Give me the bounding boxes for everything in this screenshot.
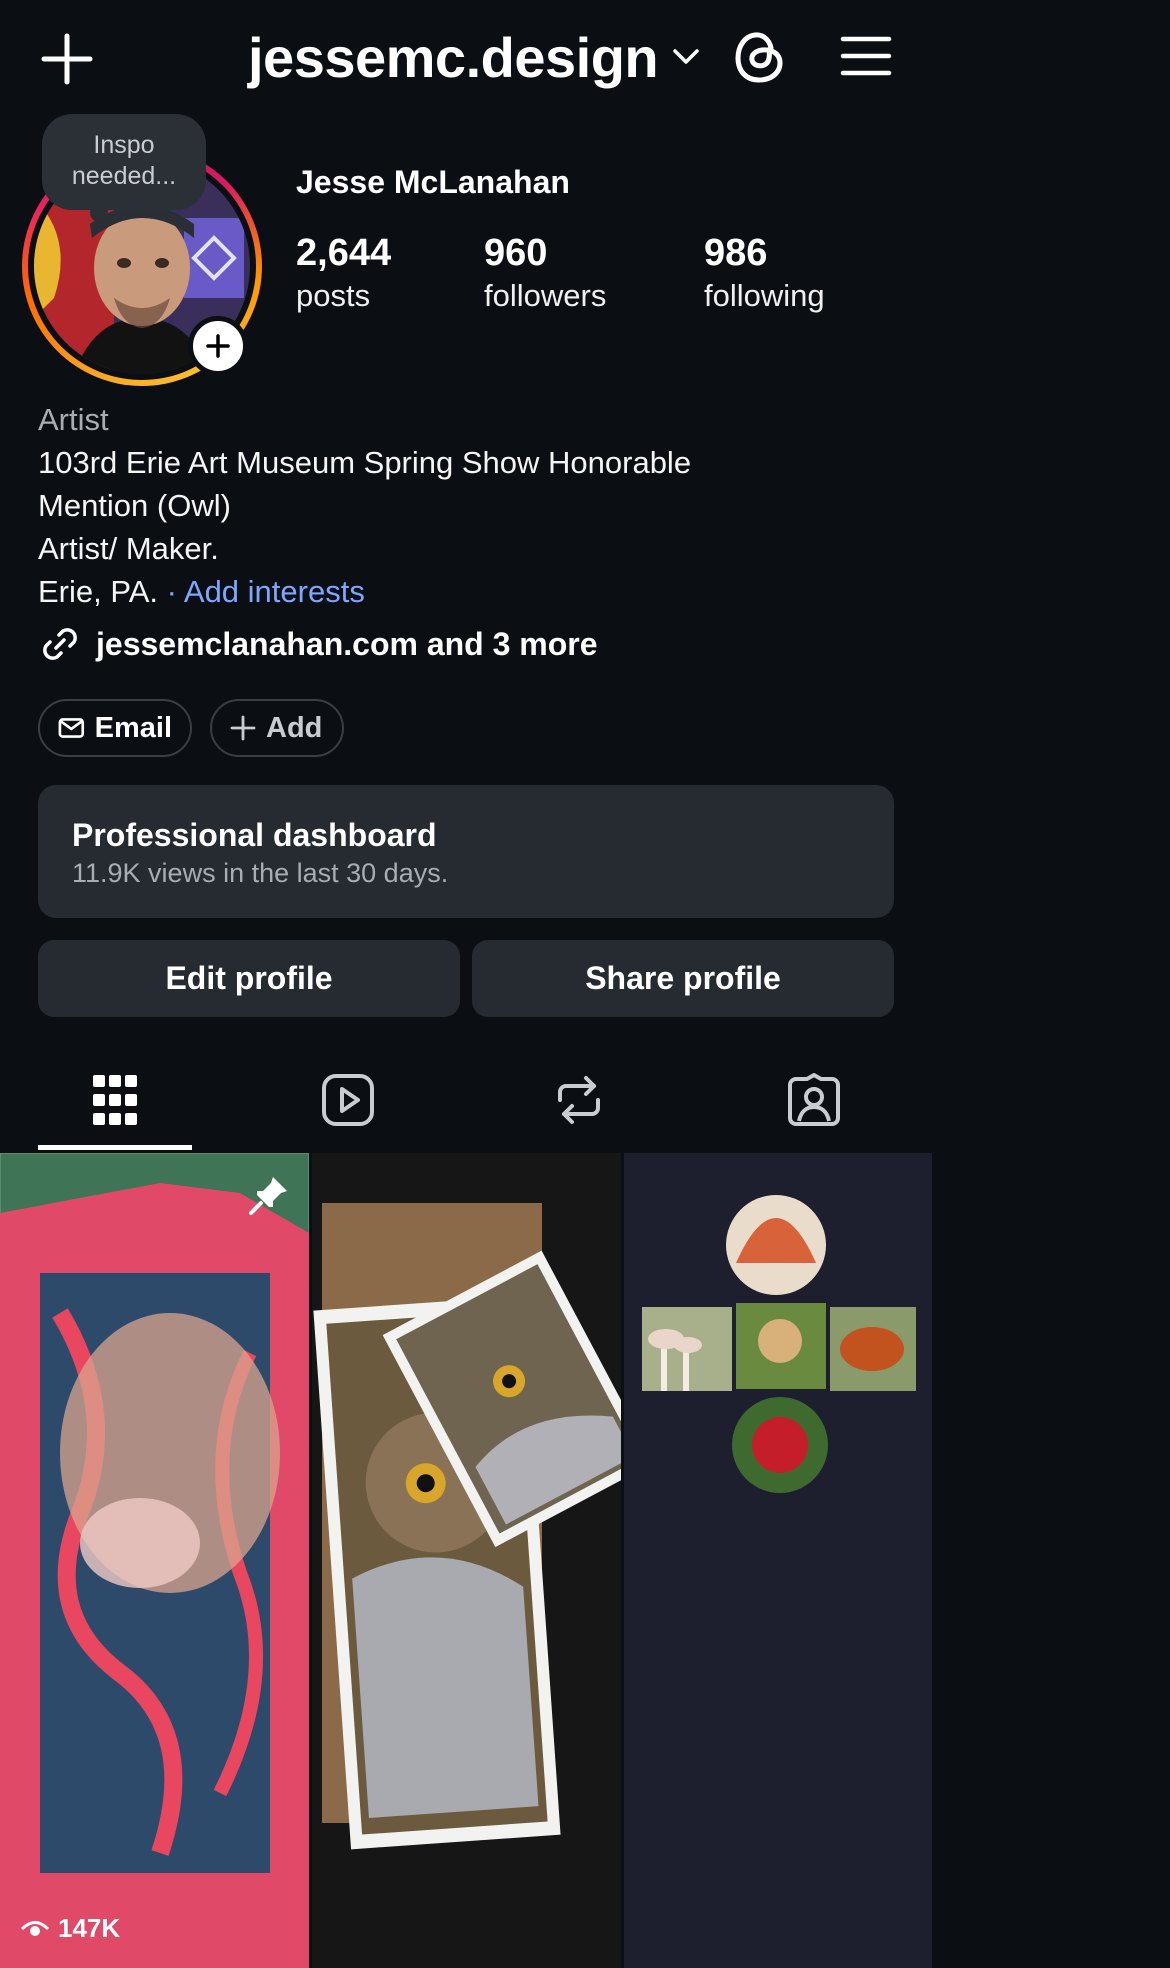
tab-grid[interactable] — [38, 1050, 192, 1150]
note-bubble[interactable]: Inspo needed... — [42, 114, 206, 210]
post-image-octopus-frame — [0, 1153, 309, 1968]
email-button[interactable]: Email — [38, 699, 192, 757]
posts-label: posts — [296, 278, 371, 313]
reels-icon — [322, 1074, 374, 1126]
tab-reels[interactable] — [271, 1050, 425, 1150]
email-label: Email — [94, 711, 172, 744]
tab-tagged[interactable] — [737, 1050, 891, 1150]
following-stat[interactable]: 986 following — [704, 230, 825, 316]
bio-line: Artist/ Maker. — [38, 531, 219, 566]
active-tab-indicator — [38, 1145, 192, 1150]
note-text-line1: Inspo — [93, 131, 155, 159]
followers-stat[interactable]: 960 followers — [484, 230, 606, 316]
bio-location-line: Erie, PA. · Add interests — [38, 570, 898, 613]
tagged-icon — [788, 1073, 840, 1126]
post-tile[interactable] — [624, 1153, 932, 1968]
reposts-icon — [558, 1076, 600, 1124]
add-label: Add — [266, 711, 323, 744]
dashboard-title: Professional dashboard — [72, 817, 437, 853]
bio-line: Mention (Owl) — [38, 488, 231, 523]
interests-separator: · — [166, 574, 177, 609]
tab-reposts[interactable] — [502, 1050, 656, 1150]
post-image-owl-prints — [312, 1153, 621, 1968]
dashboard-subtitle: 11.9K views in the last 30 days. — [72, 858, 449, 888]
category-label: Artist — [38, 402, 109, 437]
bio-line: 103rd Erie Art Museum Spring Show Honora… — [38, 445, 692, 480]
following-label: following — [704, 278, 825, 313]
username: jessemc.design — [248, 25, 659, 89]
posts-stat[interactable]: 2,644 posts — [296, 230, 391, 316]
following-count: 986 — [704, 232, 768, 274]
view-count: 147K — [20, 1913, 120, 1944]
link-icon — [43, 628, 77, 660]
add-story-button[interactable] — [188, 316, 248, 376]
pin-icon — [249, 1177, 287, 1215]
eye-icon — [20, 1920, 50, 1936]
chevron-down-icon — [673, 49, 699, 64]
profile-tabs — [0, 1050, 932, 1150]
location-text: Erie, PA. — [38, 574, 159, 609]
mail-icon — [58, 718, 85, 738]
note-tail — [90, 204, 108, 222]
share-profile-button[interactable]: Share profile — [472, 940, 894, 1017]
link-text: jessemclanahan.com and 3 more — [96, 625, 598, 662]
note-text-line2: needed... — [71, 162, 177, 190]
edit-profile-button[interactable]: Edit profile — [38, 940, 460, 1017]
add-contact-button[interactable]: Add — [210, 699, 344, 757]
threads-icon[interactable] — [732, 28, 788, 86]
display-name: Jesse McLanahan — [296, 164, 570, 200]
menu-icon[interactable] — [838, 32, 894, 80]
professional-dashboard[interactable]: Professional dashboard 11.9K views in th… — [38, 785, 894, 918]
view-count-value: 147K — [58, 1913, 121, 1943]
post-grid: 147K — [0, 1153, 932, 1968]
bio: Artist 103rd Erie Art Museum Spring Show… — [38, 398, 898, 613]
top-bar: jessemc.design — [0, 0, 932, 115]
add-interests-link[interactable]: Add interests — [184, 574, 365, 609]
post-image-mini-paintings — [624, 1153, 932, 1968]
post-tile[interactable] — [312, 1153, 621, 1968]
followers-label: followers — [484, 278, 607, 313]
grid-icon — [93, 1075, 137, 1125]
external-links[interactable]: jessemclanahan.com and 3 more — [38, 622, 598, 666]
plus-icon — [230, 715, 256, 741]
plus-icon — [206, 334, 230, 358]
followers-count: 960 — [484, 232, 548, 274]
create-plus-icon[interactable] — [38, 30, 96, 88]
post-tile[interactable]: 147K — [0, 1153, 309, 1968]
posts-count: 2,644 — [296, 232, 392, 274]
account-switcher[interactable]: jessemc.design — [248, 22, 700, 92]
